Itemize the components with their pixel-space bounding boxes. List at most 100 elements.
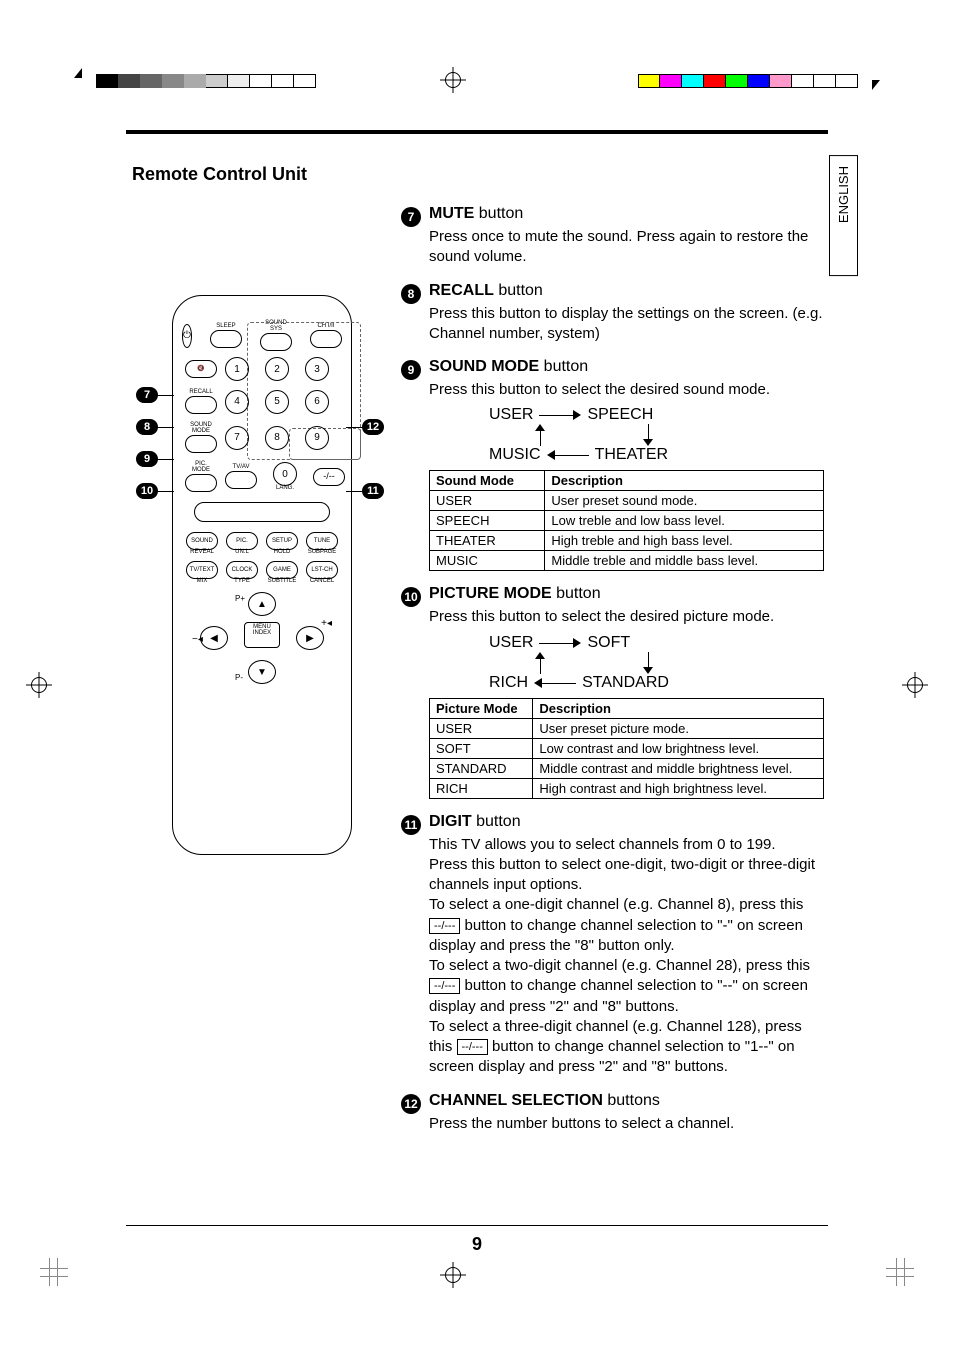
picture-mode-table: Picture ModeDescription USERUser preset … xyxy=(429,698,824,799)
cycle-user: USER xyxy=(489,634,533,652)
pic-mode-label: PIC. MODE xyxy=(192,461,210,473)
tv-av-button xyxy=(225,471,257,489)
item-body: Press the number buttons to select a cha… xyxy=(429,1114,824,1134)
item-7: 7 MUTE button Press once to mute the sou… xyxy=(401,205,824,268)
sleep-label: SLEEP xyxy=(216,323,235,329)
crosshair-icon xyxy=(26,672,52,698)
table-cell: User preset picture mode. xyxy=(533,718,824,738)
table-cell: Middle treble and middle bass level. xyxy=(545,551,824,571)
num-3: 3 xyxy=(305,357,329,381)
tv-av-label: TV/AV xyxy=(233,464,250,470)
num-5: 5 xyxy=(265,390,289,414)
table-cell: Low contrast and low brightness level. xyxy=(533,738,824,758)
bar-button xyxy=(194,502,330,522)
sound-mode-label: SOUND MODE xyxy=(190,422,212,434)
table-cell: USER xyxy=(430,718,533,738)
item-number: 9 xyxy=(401,360,421,380)
item-number: 7 xyxy=(401,207,421,227)
print-registration-top xyxy=(0,70,954,94)
item-number: 12 xyxy=(401,1094,421,1114)
tune-button: TUNE xyxy=(306,532,338,550)
num-9: 9 xyxy=(305,426,329,450)
th-desc: Description xyxy=(533,698,824,718)
arrow-right-icon xyxy=(539,410,581,420)
table-cell: STANDARD xyxy=(430,758,533,778)
item-title: SOUND MODE button xyxy=(429,358,824,376)
tvtext-button: TV/TEXT xyxy=(186,561,218,579)
arrow-left-icon xyxy=(547,450,589,460)
callout-12: 12 xyxy=(362,419,384,435)
item-title: PICTURE MODE button xyxy=(429,585,824,603)
dpad: P+ P- −◂ +◂ ▲ ▼ ◀ ▶ MENUINDEX xyxy=(192,592,332,684)
cycle-speech: SPEECH xyxy=(587,406,653,424)
table-cell: User preset sound mode. xyxy=(545,491,824,511)
th-mode: Sound Mode xyxy=(430,471,545,491)
cycle-user: USER xyxy=(489,406,533,424)
hold-label: HOLD xyxy=(274,549,291,555)
item-8: 8 RECALL button Press this button to dis… xyxy=(401,282,824,345)
page-number: 9 xyxy=(126,1234,828,1255)
table-cell: THEATER xyxy=(430,531,545,551)
dpad-down-icon: ▼ xyxy=(248,660,276,684)
sound-button: SOUND xyxy=(186,532,218,550)
th-mode: Picture Mode xyxy=(430,698,533,718)
arrow-up-icon xyxy=(535,424,545,446)
p-plus-label: P+ xyxy=(235,594,245,603)
crosshair-icon xyxy=(440,67,466,93)
item-12: 12 CHANNEL SELECTION buttons Press the n… xyxy=(401,1092,824,1134)
callout-9: 9 xyxy=(136,451,158,467)
remote-diagram-column: 7 8 9 10 12 11 ⏻ SLEEP SOUND SYS CH I/II xyxy=(126,205,361,1134)
descriptions-column: 7 MUTE button Press once to mute the sou… xyxy=(401,205,828,1134)
item-11: 11 DIGIT button This TV allows you to se… xyxy=(401,813,824,1078)
sound-cycle: USERSPEECH MUSICTHEATER xyxy=(489,406,824,464)
digit-inline-icon: --/--- xyxy=(457,1039,488,1055)
trim-mark-icon xyxy=(74,68,82,78)
recall-button xyxy=(185,396,217,414)
table-cell: SOFT xyxy=(430,738,533,758)
plus-icon: +◂ xyxy=(321,618,332,629)
pic-mode-button xyxy=(185,474,217,492)
item-number: 10 xyxy=(401,587,421,607)
sound-mode-button xyxy=(185,435,217,453)
setup-button: SETUP xyxy=(266,532,298,550)
callout-11: 11 xyxy=(362,483,384,499)
item-body: Press this button to select the desired … xyxy=(429,380,824,400)
arrow-down-icon xyxy=(643,424,653,446)
cycle-theater: THEATER xyxy=(595,446,668,464)
num-8: 8 xyxy=(265,426,289,450)
item-9: 9 SOUND MODE button Press this button to… xyxy=(401,358,824,571)
arrow-down-icon xyxy=(643,652,653,674)
num-7: 7 xyxy=(225,426,249,450)
item-body: Press this button to display the setting… xyxy=(429,304,824,345)
lang-label: LANG. xyxy=(276,485,294,491)
num-2: 2 xyxy=(265,357,289,381)
type-label: TYPE xyxy=(234,578,250,584)
mute-icon: 🔇 xyxy=(185,360,217,378)
power-icon: ⏻ xyxy=(182,324,192,348)
reveal-label: REVEAL xyxy=(190,549,214,555)
cmyk-swatch-right xyxy=(638,74,858,88)
table-cell: Low treble and low bass level. xyxy=(545,511,824,531)
arrow-right-icon xyxy=(539,638,581,648)
subpage-label: SUBPAGE xyxy=(308,549,337,555)
cycle-standard: STANDARD xyxy=(582,674,669,692)
num-4: 4 xyxy=(225,390,249,414)
num-6: 6 xyxy=(305,390,329,414)
arrow-left-icon xyxy=(534,678,576,688)
table-cell: RICH xyxy=(430,778,533,798)
callout-10: 10 xyxy=(136,483,158,499)
table-cell: High contrast and high brightness level. xyxy=(533,778,824,798)
pic-button: PIC. xyxy=(226,532,258,550)
page-title: Remote Control Unit xyxy=(132,164,828,185)
trim-mark-icon xyxy=(872,80,880,90)
menu-button: MENUINDEX xyxy=(244,622,280,648)
remote-outline: ⏻ SLEEP SOUND SYS CH I/II 🔇 1 2 3 xyxy=(172,295,352,855)
cycle-rich: RICH xyxy=(489,674,528,692)
item-body: This TV allows you to select channels fr… xyxy=(429,835,824,1078)
item-title: MUTE button xyxy=(429,205,824,223)
cmyk-swatch-left xyxy=(96,74,316,88)
item-number: 11 xyxy=(401,815,421,835)
item-body: Press this button to select the desired … xyxy=(429,607,824,627)
callout-7: 7 xyxy=(136,387,158,403)
picture-cycle: USERSOFT RICHSTANDARD xyxy=(489,634,824,692)
